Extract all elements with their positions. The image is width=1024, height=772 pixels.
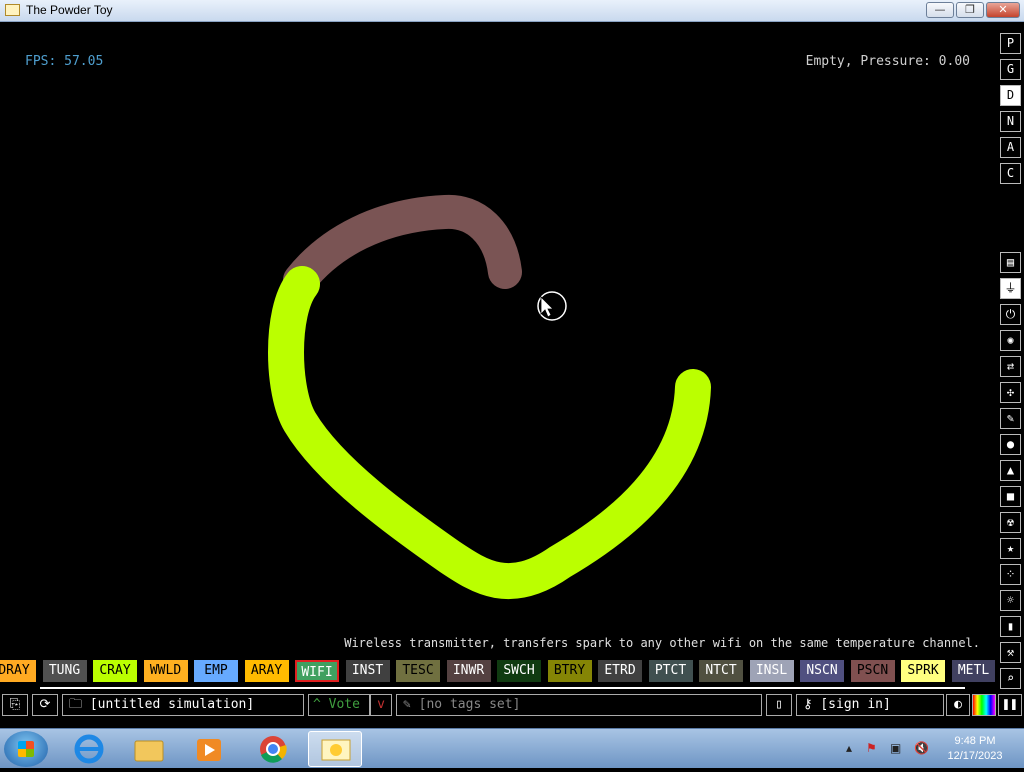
vote-label: Vote [328, 697, 360, 712]
powders-icon[interactable]: ▲ [1000, 460, 1021, 481]
pause-sim-mode-p-button[interactable]: P [1000, 33, 1021, 54]
tags-label: [no tags set] [418, 697, 521, 712]
liquids-drop-icon[interactable]: ● [1000, 434, 1021, 455]
fps-counter: FPS: 57.05 [25, 54, 104, 69]
system-clock[interactable]: 9:48 PM 12/17/2023 [940, 734, 1010, 764]
solids-square-icon[interactable]: ■ [1000, 486, 1021, 507]
gravity-mode-g-button[interactable]: G [1000, 59, 1021, 80]
element-button-tesc[interactable]: TESC [396, 660, 440, 682]
windows-logo-icon [18, 741, 34, 757]
maximize-button[interactable]: ❐ [956, 2, 984, 18]
electronics-plug-icon[interactable]: ⏚ [1000, 278, 1021, 299]
pause-icon[interactable]: ❚❚ [998, 694, 1022, 716]
element-button-wwld[interactable]: WWLD [143, 660, 188, 682]
folder-icon: 🗀 [69, 697, 90, 712]
simulation-name: [untitled simulation] [89, 697, 255, 712]
element-description: Wireless transmitter, transfers spark to… [344, 636, 980, 650]
chrome-icon[interactable] [246, 731, 300, 767]
element-button-ntct[interactable]: NTCT [699, 660, 743, 682]
decoration-brush-icon[interactable]: ⚒ [1000, 642, 1021, 663]
element-button-etrd[interactable]: ETRD [598, 660, 642, 682]
cursor-status: Empty, Pressure: 0.00 [805, 54, 970, 69]
element-button-metl[interactable]: METL [951, 660, 995, 682]
element-button-dray[interactable]: DRAY [0, 660, 36, 682]
tag-icon: ✎ [403, 697, 419, 712]
reload-icon[interactable]: ⟳ [32, 694, 58, 716]
network-icon[interactable]: ▣ [890, 741, 901, 755]
search-magnifier-icon[interactable]: ⌕ [1000, 668, 1021, 689]
special-star-icon[interactable]: ★ [1000, 538, 1021, 559]
open-save-icon[interactable]: ⎘ [2, 694, 28, 716]
element-button-cray[interactable]: CRAY [93, 660, 137, 682]
tools-bulb-icon[interactable]: ☼ [1000, 590, 1021, 611]
force-icon[interactable]: ✣ [1000, 382, 1021, 403]
show-hidden-icons-icon[interactable]: ▴ [846, 741, 852, 755]
wifi-stroke [268, 266, 711, 600]
action-center-flag-icon[interactable]: ⚑ [866, 741, 877, 755]
minimize-button[interactable]: — [926, 2, 954, 18]
inwr-stroke [283, 194, 522, 297]
powder-toy-app-icon [5, 4, 20, 16]
close-button[interactable]: ✕ [986, 2, 1020, 18]
gases-pen-icon[interactable]: ✎ [1000, 408, 1021, 429]
clock-time: 9:48 PM [954, 735, 996, 747]
vote-up-button[interactable]: ^ Vote [308, 694, 370, 716]
walls-category-icon[interactable]: ▤ [1000, 252, 1021, 273]
sign-in-label: [sign in] [820, 697, 891, 712]
explosives-icon[interactable]: ✺ [1000, 330, 1021, 351]
simulation-canvas[interactable] [0, 22, 1024, 728]
windows-taskbar: ▴ ⚑ ▣ 🔇 9:48 PM 12/17/2023 [0, 728, 1024, 768]
ambient-heat-a-button[interactable]: A [1000, 137, 1021, 158]
favorites-bookmark-icon[interactable]: ▮ [1000, 616, 1021, 637]
powered-power-icon[interactable]: ⏻ [1000, 304, 1021, 325]
save-simulation-button[interactable]: 🗀 [untitled simulation] [62, 694, 304, 716]
element-button-inst[interactable]: INST [345, 660, 390, 682]
sensors-arrows-icon[interactable]: ⇄ [1000, 356, 1021, 377]
radioactive-icon[interactable]: ☢ [1000, 512, 1021, 533]
display-mode-d-button[interactable]: D [1000, 85, 1021, 106]
start-button[interactable] [4, 731, 48, 767]
element-button-pscn[interactable]: PSCN [850, 660, 895, 682]
powder-toy-taskbar-icon[interactable] [308, 731, 362, 767]
window-title: The Powder Toy [26, 3, 113, 17]
element-button-tung[interactable]: TUNG [42, 660, 87, 682]
console-c-button[interactable]: C [1000, 163, 1021, 184]
volume-muted-icon[interactable]: 🔇 [914, 741, 929, 755]
new-simulation-icon[interactable]: ▯ [766, 694, 792, 716]
bottom-bar: ⎘ ⟳ 🗀 [untitled simulation] ^ Vote v ✎ [… [0, 694, 1024, 718]
element-button-nscn[interactable]: NSCN [800, 660, 844, 682]
newtonian-n-button[interactable]: N [1000, 111, 1021, 132]
element-button-ptct[interactable]: PTCT [648, 660, 693, 682]
element-scrollbar[interactable] [40, 687, 965, 689]
life-dots-icon[interactable]: ⁘ [1000, 564, 1021, 585]
element-button-sprk[interactable]: SPRK [901, 660, 945, 682]
clock-date: 12/17/2023 [947, 750, 1003, 762]
vote-up-icon: ^ [313, 697, 329, 712]
element-button-swch[interactable]: SWCH [497, 660, 541, 682]
file-explorer-icon[interactable] [122, 731, 176, 767]
internet-explorer-icon[interactable] [62, 731, 116, 767]
render-options-icon[interactable]: ◐ [946, 694, 970, 716]
sign-in-button[interactable]: ⚷ [sign in] [796, 694, 944, 716]
element-button-aray[interactable]: ARAY [244, 660, 289, 682]
tags-button[interactable]: ✎ [no tags set] [396, 694, 762, 716]
game-area: FPS: 57.05 Empty, Pressure: 0.00 P G D N… [0, 22, 1024, 728]
mouse-cursor [537, 291, 567, 321]
element-button-inwr[interactable]: INWR [446, 660, 491, 682]
element-button-wifi[interactable]: WIFI [295, 660, 339, 682]
element-bar: DRAY TUNG CRAY WWLD EMP ARAY WIFI INST TESC INWR S… [0, 660, 995, 682]
element-button-btry[interactable]: BTRY [547, 660, 592, 682]
title-bar: The Powder Toy — ❐ ✕ [0, 0, 1024, 22]
key-icon: ⚷ [803, 697, 821, 712]
element-button-emp[interactable]: EMP [194, 660, 238, 682]
display-options-icon[interactable] [972, 694, 996, 716]
vote-down-button[interactable]: v [370, 694, 392, 716]
media-player-icon[interactable] [182, 731, 236, 767]
element-button-insl[interactable]: INSL [749, 660, 794, 682]
